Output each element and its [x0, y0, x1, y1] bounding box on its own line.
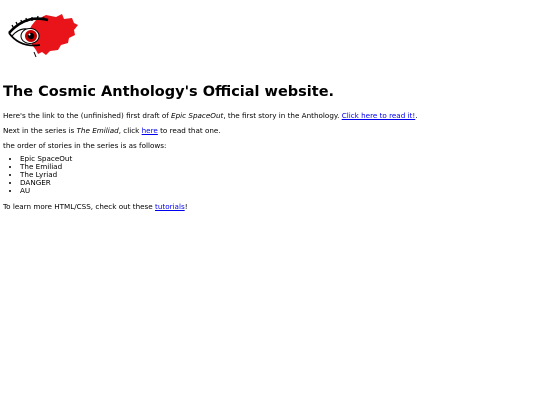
intro-text-after: .	[415, 111, 418, 120]
red-eye-logo-icon	[8, 14, 78, 58]
order-intro-text: the order of stories in the series is as…	[3, 141, 167, 150]
read-emiliad-link[interactable]: here	[142, 126, 158, 135]
learn-text-before: To learn more HTML/CSS, check out these	[3, 202, 156, 211]
next-text-middle: , click	[118, 126, 142, 135]
page: The Cosmic Anthology's Official website.…	[0, 0, 540, 405]
learn-paragraph: To learn more HTML/CSS, check out these …	[3, 202, 188, 211]
list-item: AU	[20, 187, 72, 195]
intro-text-before: Here's the link to the (unfinished) firs…	[3, 111, 172, 120]
page-title: The Cosmic Anthology's Official website.	[3, 84, 335, 100]
read-epic-spaceout-link[interactable]: Click here to read it!	[342, 111, 416, 120]
intro-text-middle: , the first story in the Anthology.	[223, 111, 342, 120]
intro-story-title: Epic SpaceOut	[171, 111, 224, 120]
story-order-list: Epic SpaceOut The Emiliad The Lyriad DAN…	[0, 155, 72, 195]
intro-paragraph: Here's the link to the (unfinished) firs…	[3, 111, 418, 120]
tutorials-link[interactable]: tutorials	[155, 202, 185, 211]
next-text-before: Next in the series is	[3, 126, 77, 135]
next-story-title: The Emiliad	[76, 126, 119, 135]
next-paragraph: Next in the series is The Emiliad, click…	[3, 126, 221, 135]
learn-text-after: !	[184, 202, 188, 211]
next-text-after: to read that one.	[157, 126, 221, 135]
